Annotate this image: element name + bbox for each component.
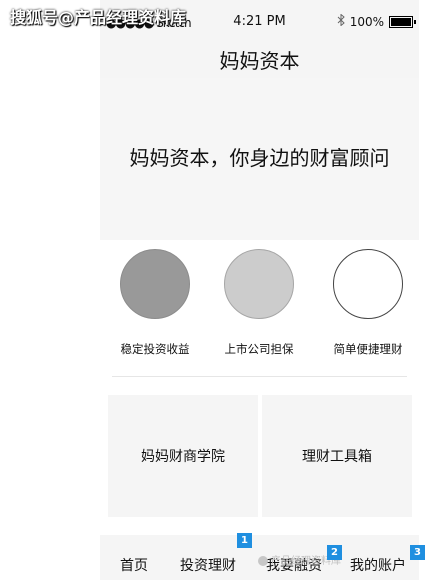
cards-section: 妈妈财商学院 理财工具箱 xyxy=(100,385,419,535)
card-finance-toolbox[interactable]: 理财工具箱 xyxy=(262,395,412,517)
feature-label: 稳定投资收益 xyxy=(120,342,190,356)
card-label: 妈妈财商学院 xyxy=(141,449,225,465)
tab-invest[interactable]: 投资理财 xyxy=(180,555,236,575)
battery-icon xyxy=(389,15,416,28)
banner-text: 妈妈资本，你身边的财富顾问 xyxy=(129,146,390,170)
card-finance-academy[interactable]: 妈妈财商学院 xyxy=(108,395,258,517)
feature-label: 上市公司担保 xyxy=(224,342,294,356)
features-section: 稳定投资收益 上市公司担保 简单便捷理财 xyxy=(100,240,419,385)
banner[interactable]: 妈妈资本，你身边的财富顾问 xyxy=(100,78,419,240)
tab-account[interactable]: 我的账户 xyxy=(350,555,406,575)
source-watermark: 搜狐号@产品经理资料库 xyxy=(10,8,187,27)
navigation-bar: 妈妈资本 xyxy=(100,42,419,79)
feature-label: 简单便捷理财 xyxy=(333,342,403,356)
divider xyxy=(112,376,407,377)
phone-screen: ●●●●● Sketch 4:21 PM 100% 妈妈资本 妈妈资本，你身边的… xyxy=(100,0,419,580)
tab-invest-badge: 1 xyxy=(237,533,252,548)
feature-image xyxy=(224,249,294,319)
bluetooth-icon xyxy=(337,13,345,29)
card-label: 理财工具箱 xyxy=(302,449,372,465)
feature-stable-returns[interactable]: 稳定投资收益 xyxy=(100,249,210,357)
tab-account-badge: 3 xyxy=(410,545,425,560)
page-title: 妈妈资本 xyxy=(219,49,300,73)
feature-image xyxy=(120,249,190,319)
status-right: 100% xyxy=(337,13,416,29)
feature-easy-finance[interactable]: 简单便捷理财 xyxy=(313,249,423,357)
watermark-logo-icon xyxy=(258,556,268,566)
tab-financing-badge: 2 xyxy=(327,545,342,560)
battery-percent: 100% xyxy=(349,14,384,29)
tab-home[interactable]: 首页 xyxy=(120,555,148,575)
feature-image xyxy=(333,249,403,319)
feature-listed-guarantee[interactable]: 上市公司担保 xyxy=(204,249,314,357)
